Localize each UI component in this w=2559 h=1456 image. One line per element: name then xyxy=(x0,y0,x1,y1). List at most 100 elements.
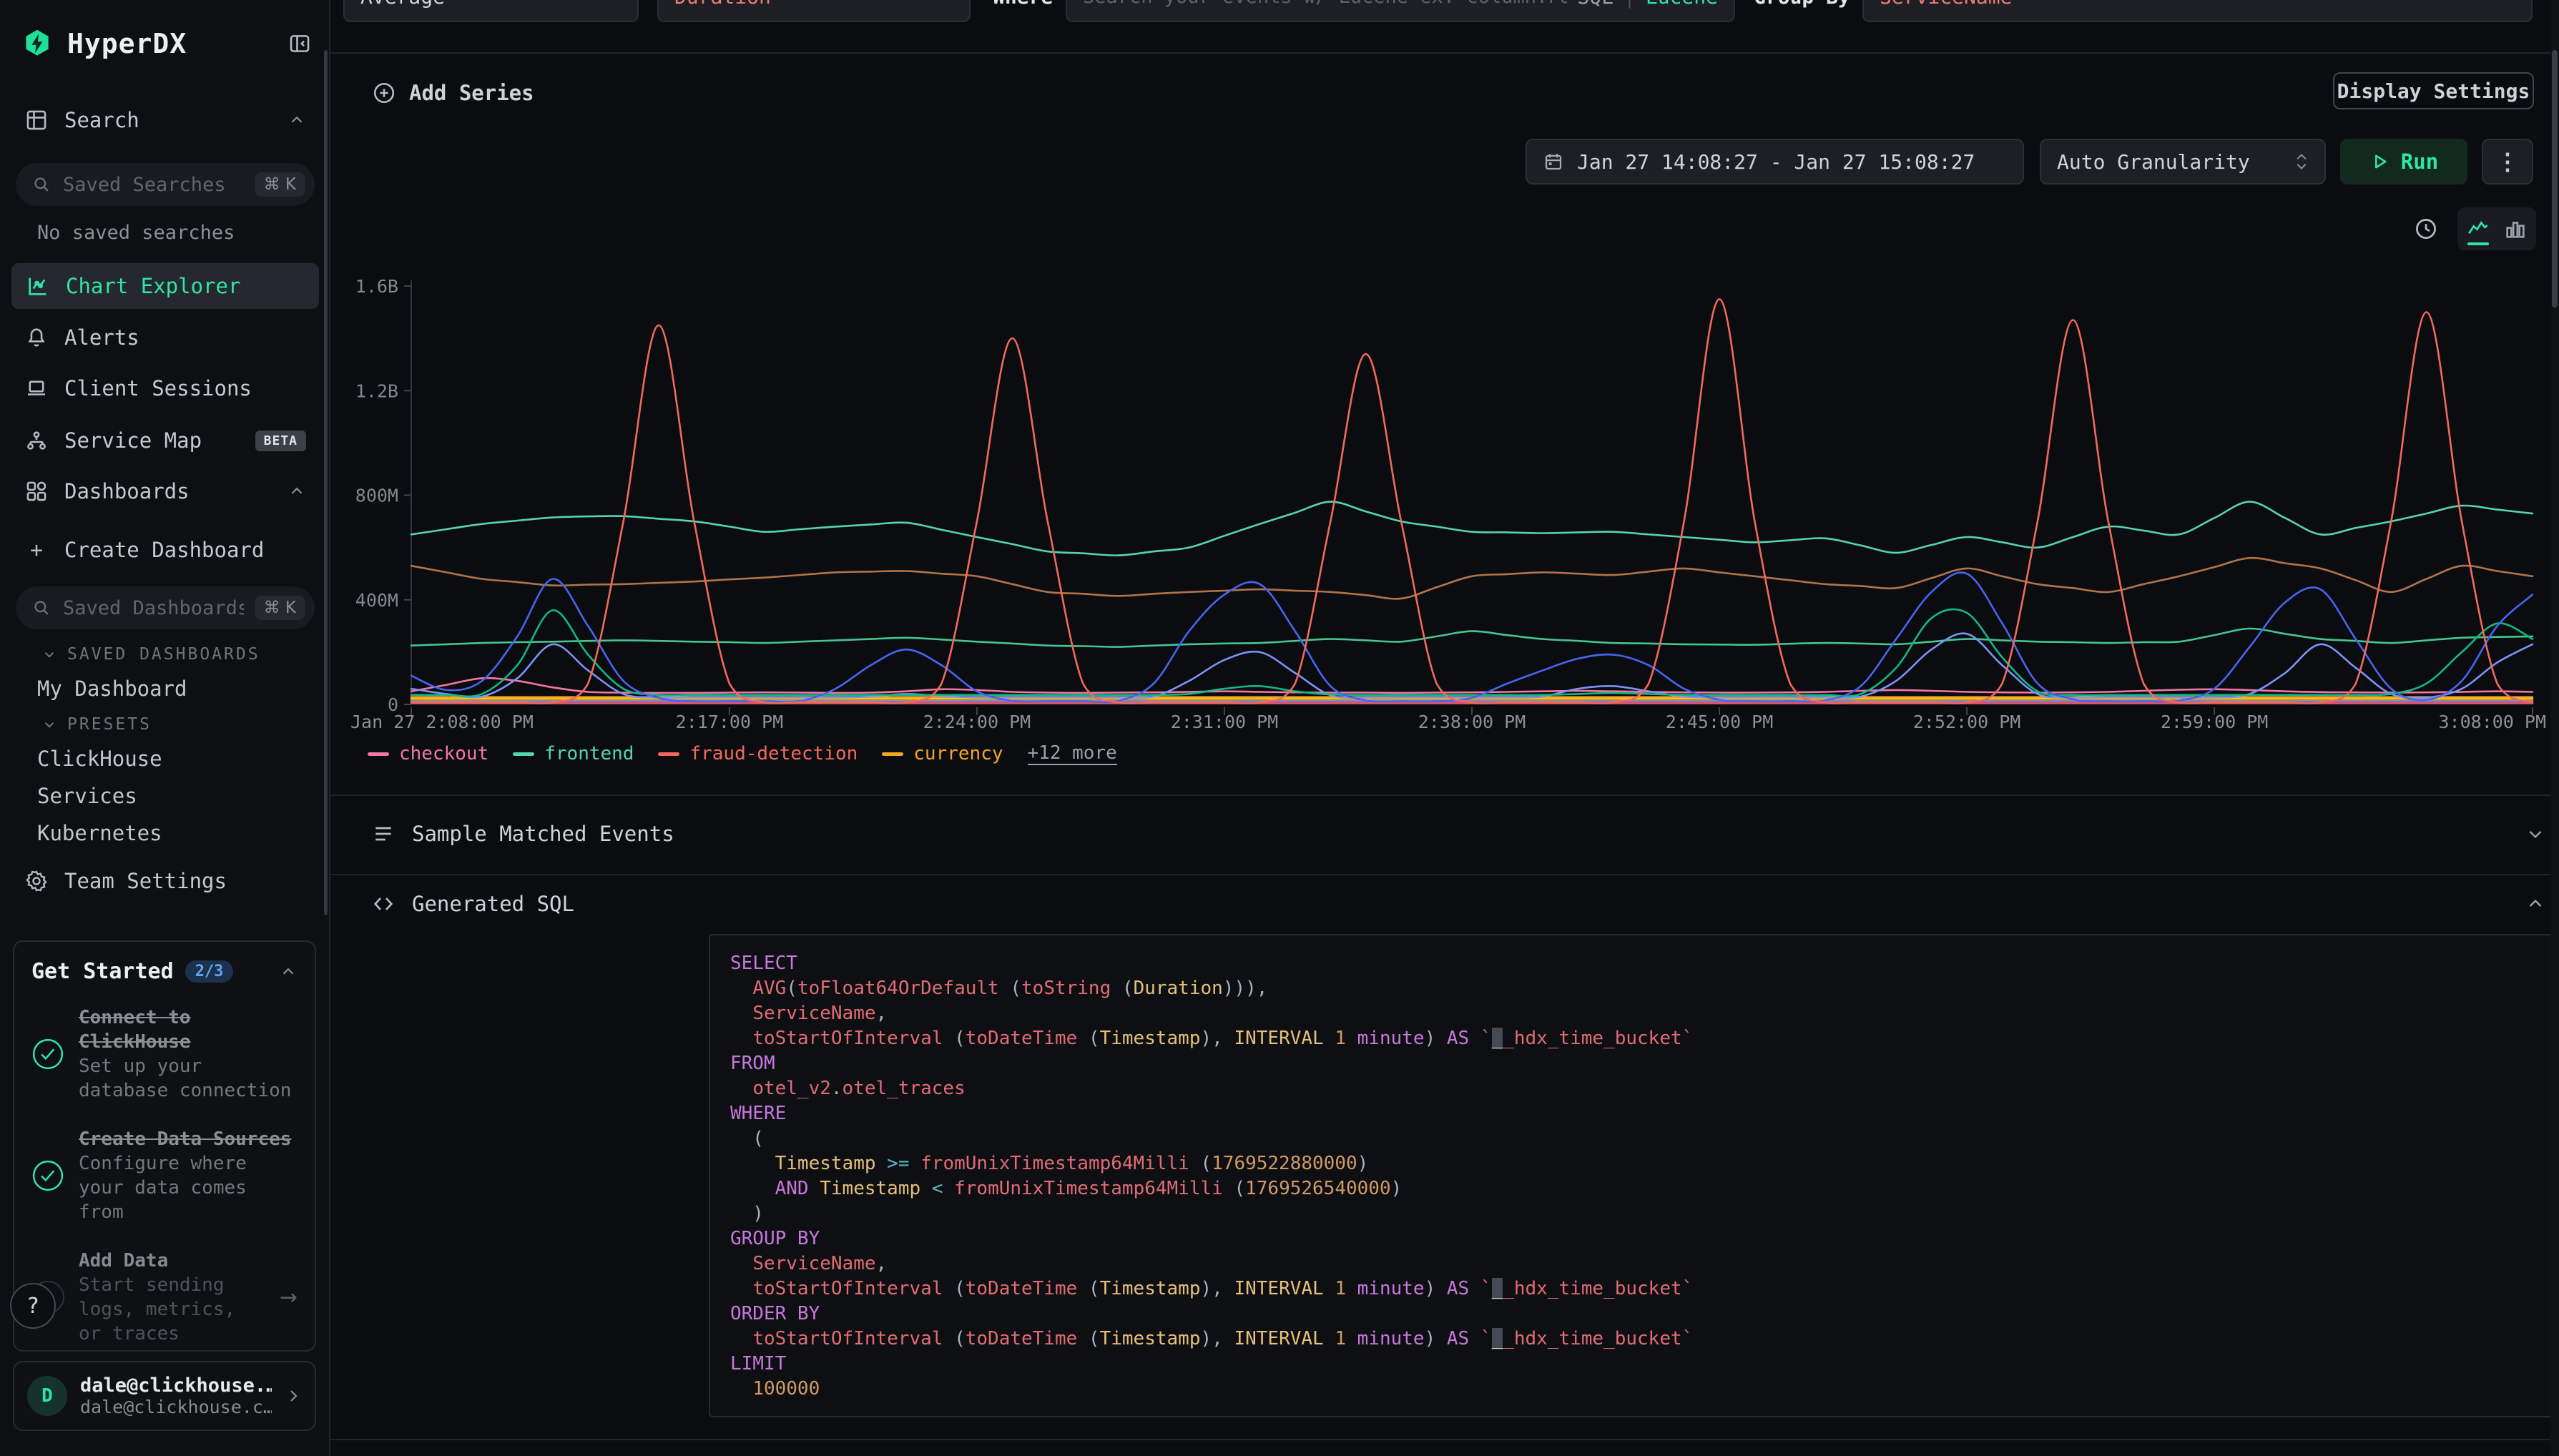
get-started-title: Get Started xyxy=(31,959,174,984)
presets-group[interactable]: PRESETS xyxy=(41,715,152,734)
preset-item-services[interactable]: Services xyxy=(37,784,137,808)
generated-sql-section[interactable]: Generated SQL xyxy=(372,881,2546,927)
svg-text:2:38:00 PM: 2:38:00 PM xyxy=(1418,712,1526,732)
group-by-input[interactable]: ServiceName xyxy=(1862,0,2533,22)
legend-item[interactable]: frontend xyxy=(513,743,634,764)
sample-matched-events-section[interactable]: Sample Matched Events xyxy=(372,811,2546,857)
granularity-select[interactable]: Auto Granularity xyxy=(2040,139,2326,185)
sidebar-item-label: Client Sessions xyxy=(64,376,306,400)
app-title: HyperDX xyxy=(67,28,273,59)
field-input[interactable]: Duration xyxy=(657,0,971,22)
sidebar-item-label: Dashboards xyxy=(64,479,272,503)
task-desc: Configure where your data comes from xyxy=(79,1151,298,1224)
chart-explorer-icon xyxy=(26,274,50,298)
play-icon xyxy=(2369,152,2389,172)
legend-item[interactable]: checkout xyxy=(368,743,488,764)
check-circle-icon xyxy=(31,1038,64,1071)
shortcut-badge: ⌘ K xyxy=(255,172,305,197)
section-title: Sample Matched Events xyxy=(412,822,674,846)
task-title: Connect to ClickHouse xyxy=(79,1005,298,1054)
legend-label: checkout xyxy=(399,743,488,764)
section-title: Generated SQL xyxy=(412,892,574,916)
saved-dashboards-input[interactable]: Saved Dashboards ⌘ K xyxy=(16,586,315,629)
lucene-mode-toggle[interactable]: Lucene xyxy=(1646,0,1718,9)
sidebar-item-team-settings[interactable]: Team Settings xyxy=(0,858,330,904)
page-scrollbar[interactable] xyxy=(2550,0,2559,1456)
legend-item[interactable]: currency xyxy=(882,743,1003,764)
search-icon xyxy=(31,598,51,618)
sidebar-item-label: Service Map xyxy=(64,428,240,453)
svg-text:2:24:00 PM: 2:24:00 PM xyxy=(923,712,1031,732)
legend-swatch xyxy=(368,752,389,756)
lucene-search-input[interactable]: Search your events w/ Lucene ex: column:… xyxy=(1066,0,1735,22)
bar-chart-icon[interactable] xyxy=(2503,217,2528,241)
chevron-up-icon[interactable] xyxy=(288,482,306,501)
dashboards-icon xyxy=(24,479,49,503)
legend-more-link[interactable]: +12 more xyxy=(1028,742,1117,765)
sidebar: HyperDX Search Saved Searches ⌘ K No sav… xyxy=(0,0,330,1456)
chevron-right-icon xyxy=(285,1387,302,1405)
task-add-data[interactable]: 3 Add Data Start sending logs, metrics, … xyxy=(31,1249,298,1346)
timeseries-chart[interactable]: 0400M800M1.2B1.6BJan 27 2:08:00 PM2:17:0… xyxy=(350,270,2546,764)
saved-dashboards-group[interactable]: SAVED DASHBOARDS xyxy=(41,645,260,664)
add-series-button[interactable]: Add Series xyxy=(372,70,534,116)
chevron-down-icon xyxy=(41,646,57,662)
line-chart-icon[interactable] xyxy=(2466,217,2490,241)
sidebar-item-label: Chart Explorer xyxy=(66,274,305,298)
no-saved-searches-text: No saved searches xyxy=(37,222,235,244)
svg-text:2:52:00 PM: 2:52:00 PM xyxy=(1913,712,2021,732)
task-title: Add Data xyxy=(79,1249,265,1273)
chevron-up-icon[interactable] xyxy=(2525,893,2546,915)
time-format-icon[interactable] xyxy=(2413,216,2439,242)
chevron-up-icon[interactable] xyxy=(279,963,298,981)
chevron-up-icon[interactable] xyxy=(288,111,306,129)
display-settings-button[interactable]: Display Settings xyxy=(2333,72,2534,109)
create-dashboard-button[interactable]: + Create Dashboard xyxy=(0,527,330,573)
sidebar-scrollbar[interactable] xyxy=(324,50,328,915)
chevron-down-icon xyxy=(604,0,622,5)
sql-mode-toggle[interactable]: SQL xyxy=(1577,0,1614,9)
legend-item[interactable]: fraud-detection xyxy=(658,743,858,764)
svg-text:Jan 27 2:08:00 PM: Jan 27 2:08:00 PM xyxy=(350,712,534,732)
legend-label: fraud-detection xyxy=(689,743,858,764)
search-placeholder: Search your events w/ Lucene ex: column:… xyxy=(1083,0,1567,8)
bell-icon xyxy=(24,325,49,350)
preset-item-kubernetes[interactable]: Kubernetes xyxy=(37,821,162,845)
chart-type-switcher xyxy=(2457,207,2536,250)
aggregation-select[interactable]: Average xyxy=(343,0,639,22)
collapse-sidebar-icon[interactable] xyxy=(288,31,312,56)
chart-series xyxy=(411,629,2533,647)
run-button[interactable]: Run xyxy=(2340,139,2467,185)
chevron-down-icon xyxy=(41,717,57,732)
circle-plus-icon xyxy=(372,81,396,105)
sidebar-item-label: Team Settings xyxy=(64,869,306,893)
gear-icon xyxy=(24,869,49,893)
more-options-button[interactable]: ⋮ xyxy=(2482,139,2533,185)
aggregation-value: Average xyxy=(360,0,445,9)
sidebar-item-dashboards[interactable]: Dashboards xyxy=(0,468,330,514)
calendar-icon xyxy=(1543,151,1564,172)
chevron-down-icon[interactable] xyxy=(2525,823,2546,845)
sidebar-item-client-sessions[interactable]: Client Sessions xyxy=(0,365,330,411)
beta-badge: BETA xyxy=(255,431,306,451)
help-button[interactable]: ? xyxy=(10,1283,56,1329)
svg-text:1.2B: 1.2B xyxy=(355,380,398,401)
where-label: Where xyxy=(993,0,1053,22)
task-create-data-sources[interactable]: Create Data Sources Configure where your… xyxy=(31,1127,298,1224)
chart-legend: checkout frontend fraud-detection currency +… xyxy=(368,742,1117,765)
dashboard-item-my-dashboard[interactable]: My Dashboard xyxy=(37,677,187,701)
preset-item-clickhouse[interactable]: ClickHouse xyxy=(37,747,162,771)
saved-searches-input[interactable]: Saved Searches ⌘ K xyxy=(16,163,315,206)
legend-swatch xyxy=(658,752,679,756)
sidebar-item-alerts[interactable]: Alerts xyxy=(0,315,330,360)
sql-code: SELECT AVG(toFloat64OrDefault (toString … xyxy=(730,951,2559,1402)
task-connect-clickhouse[interactable]: Connect to ClickHouse Set up your databa… xyxy=(31,1005,298,1103)
svg-text:800M: 800M xyxy=(355,486,398,506)
sidebar-item-search[interactable]: Search xyxy=(0,97,330,143)
sidebar-item-chart-explorer[interactable]: Chart Explorer xyxy=(11,263,319,309)
group-by-value: ServiceName xyxy=(1880,0,2012,9)
sidebar-item-service-map[interactable]: Service Map BETA xyxy=(0,418,330,463)
user-menu[interactable]: D dale@clickhouse.… dale@clickhouse.c… xyxy=(13,1361,316,1431)
date-range-picker[interactable]: Jan 27 14:08:27 - Jan 27 15:08:27 xyxy=(1526,139,2024,185)
group-label: SAVED DASHBOARDS xyxy=(67,645,260,664)
